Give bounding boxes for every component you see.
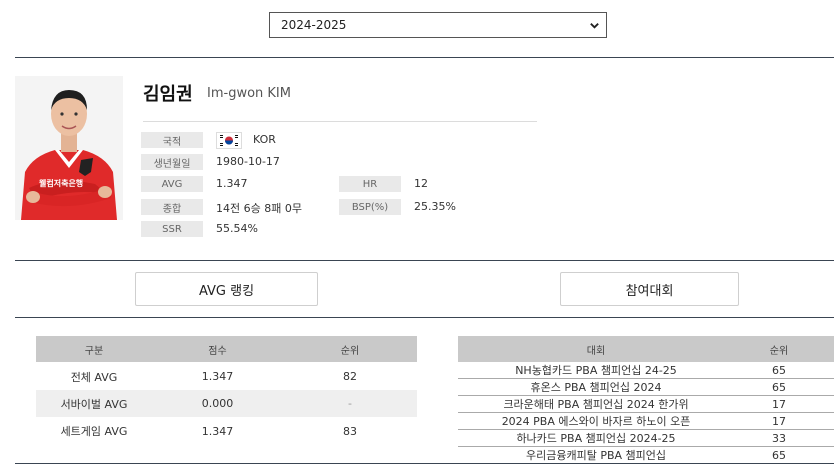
rank-cell: 17: [772, 414, 786, 428]
korea-flag-icon: [216, 132, 242, 149]
table-row[interactable]: 하나카드 PBA 챔피언십 2024-25 33: [458, 430, 834, 446]
category-cell: 세트게임 AVG: [60, 425, 128, 438]
score-cell: 1.347: [201, 370, 234, 383]
tournament-name-cell: 2024 PBA 에스와이 바자르 하노이 오픈: [501, 415, 691, 428]
header-tournament: 대회: [586, 345, 606, 357]
rank-cell: 65: [772, 363, 786, 377]
rank-cell: 82: [343, 370, 357, 383]
table-row[interactable]: 우리금융캐피탈 PBA 챔피언십 65: [458, 447, 834, 463]
overall-label: 종합: [141, 199, 203, 215]
category-cell: 전체 AVG: [70, 370, 118, 384]
table-row: 서바이벌 AVG 0.000 -: [36, 390, 417, 417]
hr-label: HR: [339, 176, 401, 192]
season-select-value: 2024-2025: [281, 18, 347, 32]
tournament-name-cell: 우리금융캐피탈 PBA 챔피언십: [525, 449, 667, 462]
table-row: 세트게임 AVG 1.347 83: [36, 417, 417, 445]
header-rank: 순위: [340, 345, 360, 357]
divider: [15, 57, 834, 58]
tab-avg-ranking[interactable]: AVG 랭킹: [135, 272, 318, 306]
category-cell: 서바이벌 AVG: [60, 397, 128, 411]
season-select[interactable]: 2024-2025: [269, 12, 607, 38]
birth-value: 1980-10-17: [216, 155, 280, 168]
table-row[interactable]: 휴온스 PBA 챔피언십 2024 65: [458, 379, 834, 395]
hr-value: 12: [414, 177, 428, 190]
avg-table-header: 구분 점수 순위: [36, 336, 417, 362]
table-row[interactable]: 크라운해태 PBA 챔피언십 2024 한가위 17: [458, 396, 834, 412]
avg-value: 1.347: [216, 177, 248, 190]
jersey-sponsor-text: 웰컴저축은행: [39, 179, 84, 188]
table-row[interactable]: NH농협카드 PBA 챔피언십 24-25 65: [458, 362, 834, 378]
nationality-value: KOR: [253, 133, 276, 146]
ssr-label: SSR: [141, 221, 203, 237]
rank-cell: -: [348, 397, 352, 410]
player-name-ko: 김임권: [143, 84, 193, 105]
tournament-name-cell: NH농협카드 PBA 챔피언십 24-25: [515, 364, 677, 377]
table-row[interactable]: 2024 PBA 에스와이 바자르 하노이 오픈 17: [458, 413, 834, 429]
ssr-value: 55.54%: [216, 222, 258, 235]
header-category: 구분: [84, 345, 104, 357]
divider: [15, 317, 834, 318]
name-divider: [143, 121, 537, 122]
rank-cell: 65: [772, 380, 786, 394]
birth-label: 생년월일: [141, 154, 203, 170]
tournament-table-header: 대회 순위: [458, 336, 834, 362]
avg-label: AVG: [141, 176, 203, 192]
nationality-label: 국적: [141, 132, 203, 148]
tournament-name-cell: 하나카드 PBA 챔피언십 2024-25: [516, 432, 676, 445]
header-rank: 순위: [769, 345, 789, 357]
header-score: 점수: [208, 345, 227, 357]
tab-tournaments[interactable]: 참여대회: [560, 272, 739, 306]
rank-cell: 83: [343, 424, 357, 438]
rank-cell: 33: [772, 431, 786, 445]
divider: [15, 260, 834, 261]
overall-value: 14전 6승 8패 0무: [216, 202, 302, 215]
score-cell: 1.347: [201, 424, 234, 438]
table-row: 전체 AVG 1.347 82: [36, 363, 417, 390]
rank-cell: 17: [772, 397, 786, 411]
tournament-name-cell: 크라운해태 PBA 챔피언십 2024 한가위: [503, 398, 689, 411]
rank-cell: 65: [772, 448, 786, 462]
player-name-en: Im-gwon KIM: [207, 86, 291, 101]
tournament-name-cell: 휴온스 PBA 챔피언십 2024: [530, 381, 662, 394]
divider: [15, 463, 834, 464]
score-cell: 0.000: [201, 397, 234, 410]
player-photo: 웰컴저축은행: [15, 76, 123, 220]
bsp-label: BSP(%): [339, 199, 401, 215]
chevron-down-icon: [590, 23, 599, 29]
bsp-value: 25.35%: [414, 200, 456, 213]
